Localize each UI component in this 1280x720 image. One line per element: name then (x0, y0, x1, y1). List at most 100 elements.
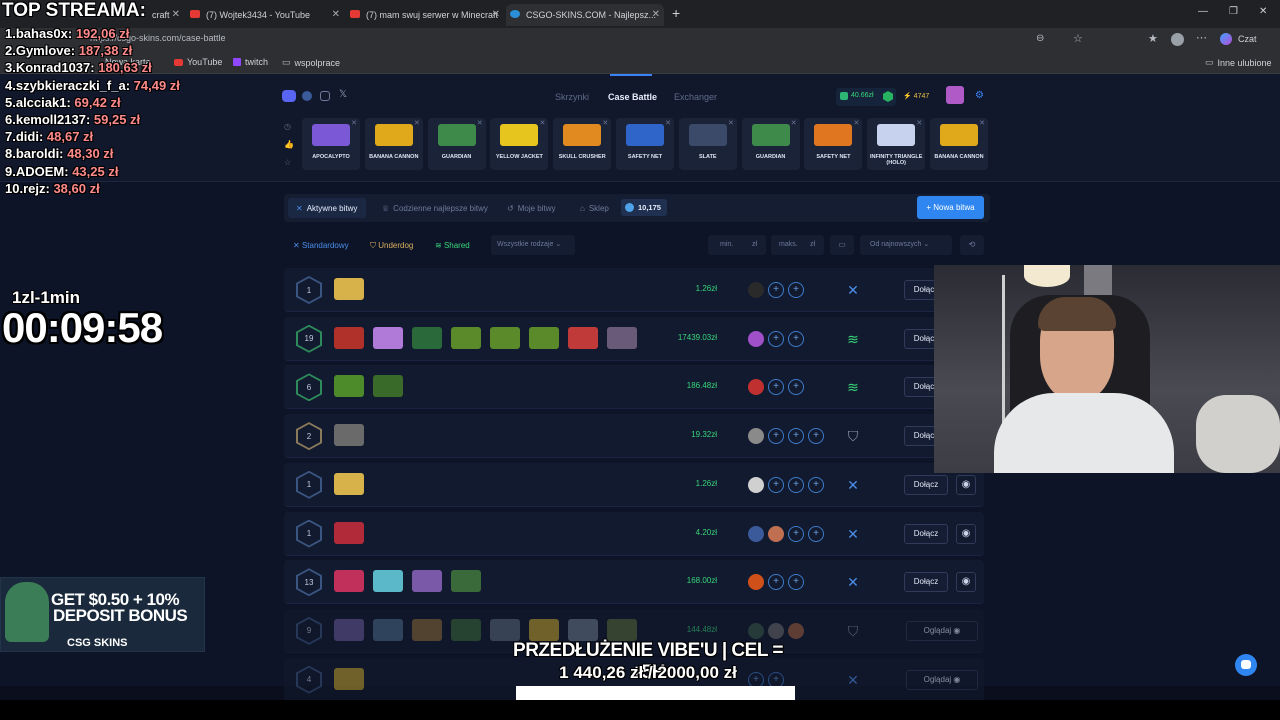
points-chip[interactable]: ⚡ 4747 (903, 92, 929, 100)
type-dropdown[interactable]: Wszystkie rodzaje ⌄ (491, 235, 575, 255)
case-card[interactable]: INFINITY TRIANGLE (HOLO) ✕ (867, 118, 926, 170)
join-slot-plus-icon[interactable]: + (808, 428, 824, 445)
close-icon[interactable]: ✕ (791, 119, 797, 127)
case-card[interactable]: SKULL CRUSHER ✕ (553, 118, 612, 170)
close-window-icon[interactable]: ✕ (1259, 6, 1267, 17)
browser-tab[interactable]: (7) mam swuj serwer w Minecraft ✕ (346, 4, 504, 26)
join-button[interactable]: Dołącz (904, 572, 948, 593)
close-icon[interactable]: ✕ (602, 119, 608, 127)
battle-row[interactable]: 6186.48zł++≋Dołącz◉ (284, 365, 984, 410)
join-slot-plus-icon[interactable]: + (768, 574, 784, 591)
case-card[interactable]: GUARDIAN ✕ (427, 118, 486, 170)
join-slot-plus-icon[interactable]: + (788, 282, 804, 298)
join-button[interactable]: Dołącz (904, 474, 948, 495)
refresh-icon[interactable]: ⟲ (960, 235, 984, 255)
close-icon[interactable]: ✕ (414, 119, 420, 127)
case-card[interactable]: SAFETY NET ✕ (616, 118, 674, 170)
close-icon[interactable]: ✕ (351, 119, 357, 127)
star-icon[interactable]: ☆ (284, 158, 291, 167)
close-icon[interactable]: ✕ (477, 119, 483, 127)
filter-underdog[interactable]: ⛉ Underdog (370, 241, 413, 251)
battle-row[interactable]: 1 1.26zł + + + ✕ Dołącz ◉ (284, 462, 984, 507)
close-icon[interactable]: ✕ (652, 9, 660, 20)
min-price-input[interactable]: min. zł (708, 235, 766, 255)
case-card[interactable]: BANANA CANNON ✕ (930, 118, 988, 170)
watch-button[interactable]: Oglądaj ◉ (906, 669, 978, 690)
close-icon[interactable]: ✕ (332, 9, 340, 20)
url-field[interactable]: https://csgo-skins.com/case-battle (90, 33, 990, 48)
join-button[interactable]: Dołącz (904, 523, 948, 544)
join-slot-plus-icon[interactable]: + (768, 428, 784, 445)
battle-row[interactable]: 219.32zł+++⛉Dołącz◉ (284, 414, 984, 459)
join-slot-plus-icon[interactable]: + (788, 574, 804, 591)
filter-shared[interactable]: ≋ Shared (435, 241, 470, 250)
battle-row[interactable]: 1917439.03zł++≋Dołącz◉ (284, 316, 984, 361)
tab-aktywne-bitwy[interactable]: ✕ Aktywne bitwy (296, 204, 357, 213)
join-slot-plus-icon[interactable]: + (768, 282, 784, 298)
new-battle-button[interactable]: + Nowa bitwa (917, 196, 984, 219)
favorite-star-icon[interactable]: ☆ (1073, 32, 1083, 45)
close-icon[interactable]: ✕ (979, 119, 985, 127)
settings-gear-icon[interactable]: ⚙ (975, 90, 984, 101)
nav-exchanger[interactable]: Exchanger (674, 92, 717, 102)
watch-eye-icon[interactable]: ◉ (956, 572, 976, 593)
favorites-icon[interactable]: ★ (1148, 32, 1158, 45)
join-slot-plus-icon[interactable]: + (808, 525, 824, 542)
browser-tab-active[interactable]: CSGO-SKINS.COM - Najlepsz... ✕ (506, 4, 664, 26)
nav-case-battle[interactable]: Case Battle (608, 92, 657, 102)
battle-row[interactable]: 1 4.20zł + + ✕ Dołącz ◉ (284, 511, 984, 556)
bookmark-twitch[interactable]: twitch (233, 57, 268, 67)
join-slot-plus-icon[interactable]: + (768, 330, 784, 347)
case-card[interactable]: GUARDIAN ✕ (741, 118, 800, 170)
tab-moje-bitwy[interactable]: ↺ Moje bitwy (507, 204, 556, 213)
case-card[interactable]: YELLOW JACKET ✕ (490, 118, 549, 170)
facebook-icon[interactable] (302, 91, 312, 101)
join-slot-plus-icon[interactable]: + (808, 476, 824, 493)
tab-codzienne-najlepsze[interactable]: ♕ Codzienne najlepsze bitwy (382, 204, 488, 213)
filter-standardowy[interactable]: ✕ Standardowy (293, 241, 349, 250)
sort-dropdown[interactable]: Od najnowszych ⌄ (860, 235, 952, 255)
profile-avatar[interactable] (1171, 33, 1184, 46)
close-icon[interactable]: ✕ (492, 9, 500, 20)
close-icon[interactable]: ✕ (665, 119, 671, 127)
balance-chip[interactable]: 40.66zł (836, 88, 896, 106)
join-slot-plus-icon[interactable]: + (788, 379, 804, 396)
copilot-icon[interactable] (1220, 33, 1232, 45)
discord-icon[interactable] (282, 90, 296, 102)
minimize-icon[interactable]: — (1198, 6, 1208, 17)
more-icon[interactable]: ⋯ (1196, 31, 1207, 44)
watch-button[interactable]: Oglądaj ◉ (906, 620, 978, 641)
new-tab-button[interactable]: + (672, 5, 680, 21)
watch-eye-icon[interactable]: ◉ (956, 474, 976, 495)
zoom-icon[interactable]: ⊖ (1036, 33, 1044, 44)
chat-support-button[interactable] (1235, 654, 1257, 676)
case-card[interactable]: SLATE ✕ (678, 118, 737, 170)
nav-skrzynki[interactable]: Skrzynki (555, 92, 589, 102)
join-slot-plus-icon[interactable]: + (788, 525, 804, 542)
close-icon[interactable]: ✕ (916, 119, 922, 127)
case-card[interactable]: SAFETY NET ✕ (804, 118, 863, 170)
x-twitter-icon[interactable]: 𝕏 (339, 89, 347, 100)
close-icon[interactable]: ✕ (540, 119, 546, 127)
coins-chip[interactable]: 10,175 (621, 199, 667, 216)
case-card[interactable]: BANANA CANNON ✕ (364, 118, 423, 170)
tab-sklep[interactable]: ⌂ Sklep (580, 204, 609, 213)
browser-tab[interactable]: (7) Wojtek3434 - YouTube ✕ (186, 4, 344, 26)
history-icon[interactable]: ◷ (284, 122, 291, 131)
bookmark-folder-wspolprace[interactable]: ▭ wspolprace (282, 57, 340, 68)
close-icon[interactable]: ✕ (854, 119, 860, 127)
maximize-icon[interactable]: ❐ (1229, 6, 1238, 17)
battle-row[interactable]: 11.26zł++✕Dołącz◉ (284, 268, 984, 312)
join-slot-plus-icon[interactable]: + (788, 330, 804, 347)
join-slot-plus-icon[interactable]: + (788, 476, 804, 493)
copilot-chat-label[interactable]: Czat (1238, 34, 1257, 44)
join-slot-plus-icon[interactable]: + (788, 428, 804, 445)
battle-row[interactable]: 13 168.00zł + + ✕ Dołącz ◉ (284, 560, 984, 605)
user-avatar[interactable] (946, 86, 964, 104)
max-price-input[interactable]: maks. zł (771, 235, 824, 255)
case-card[interactable]: APOCALYPTO ✕ (302, 118, 360, 170)
instagram-icon[interactable] (320, 91, 330, 101)
like-icon[interactable]: 👍 (284, 140, 294, 149)
bookmark-other[interactable]: ▭ Inne ulubione (1205, 57, 1272, 68)
join-slot-plus-icon[interactable]: + (768, 379, 784, 396)
